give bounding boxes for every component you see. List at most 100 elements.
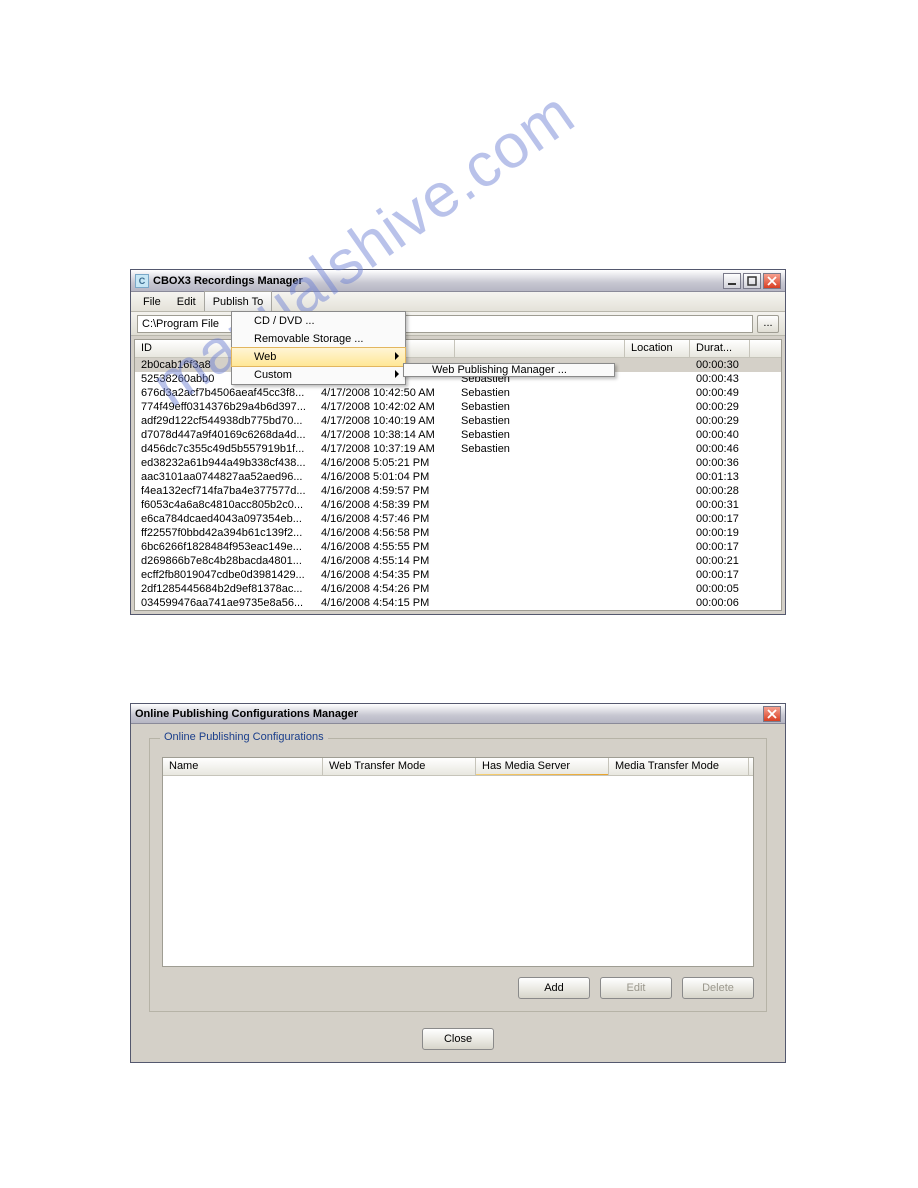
table-row[interactable]: f6053c4a6a8c4810acc805b2c0...4/16/2008 4… — [135, 498, 781, 512]
recordings-manager-window: C CBOX3 Recordings Manager File Edit Pub… — [130, 269, 786, 615]
table-row[interactable]: e6ca784dcaed4043a097354eb...4/16/2008 4:… — [135, 512, 781, 526]
table-row[interactable]: ecff2fb8019047cdbe0d3981429...4/16/2008 … — [135, 568, 781, 582]
cell-duration: 00:00:17 — [690, 540, 750, 554]
table-row[interactable]: adf29d122cf544938db775bd70...4/17/2008 1… — [135, 414, 781, 428]
cell-duration: 00:00:29 — [690, 400, 750, 414]
cell-date: 4/16/2008 4:55:55 PM — [315, 540, 455, 554]
cell-location — [625, 554, 690, 568]
cell-location — [625, 512, 690, 526]
cell-date: 4/17/2008 10:40:19 AM — [315, 414, 455, 428]
column-header-duration[interactable]: Durat... — [690, 340, 750, 357]
cell-author: Sebastien — [455, 400, 625, 414]
cell-duration: 00:00:28 — [690, 484, 750, 498]
menubar: File Edit Publish To — [131, 292, 785, 312]
column-header-web-transfer-mode[interactable]: Web Transfer Mode — [323, 758, 476, 775]
cell-date: 4/17/2008 10:42:02 AM — [315, 400, 455, 414]
cell-duration: 00:00:31 — [690, 498, 750, 512]
cell-id: 2df1285445684b2d9ef81378ac... — [135, 582, 315, 596]
button-row: Add Edit Delete — [162, 977, 754, 999]
cell-location — [625, 484, 690, 498]
column-header-author[interactable] — [455, 340, 625, 357]
menu-item-web-label: Web — [254, 351, 276, 363]
cell-id: ff22557f0bbd42a394b61c139f2... — [135, 526, 315, 540]
group-legend: Online Publishing Configurations — [160, 731, 328, 743]
cell-location — [625, 526, 690, 540]
table-row[interactable]: 2df1285445684b2d9ef81378ac...4/16/2008 4… — [135, 582, 781, 596]
table-row[interactable]: 034599476aa741ae9735e8a56...4/16/2008 4:… — [135, 596, 781, 610]
maximize-button[interactable] — [743, 273, 761, 289]
cell-id: 676d3a2acf7b4506aeaf45cc3f8... — [135, 386, 315, 400]
cell-location — [625, 414, 690, 428]
menu-publish-to[interactable]: Publish To — [204, 291, 273, 311]
cell-duration: 00:00:30 — [690, 358, 750, 372]
cell-id: e6ca784dcaed4043a097354eb... — [135, 512, 315, 526]
publish-to-dropdown: CD / DVD ... Removable Storage ... Web C… — [231, 311, 406, 385]
table-row[interactable]: aac3101aa0744827aa52aed96...4/16/2008 5:… — [135, 470, 781, 484]
path-input[interactable]: C:\Program File — [137, 315, 753, 333]
table-body: 2b0cab16f3a800:00:3052538260abb0:41 AMSe… — [135, 358, 781, 610]
table-row[interactable]: ff22557f0bbd42a394b61c139f2...4/16/2008 … — [135, 526, 781, 540]
cell-id: d7078d447a9f40169c6268da4d... — [135, 428, 315, 442]
path-left-text: C:\Program File — [142, 318, 219, 330]
table-row[interactable]: ed38232a61b944a49b338cf438...4/16/2008 5… — [135, 456, 781, 470]
cell-id: 034599476aa741ae9735e8a56... — [135, 596, 315, 610]
menu-file[interactable]: File — [135, 292, 169, 311]
cell-id: adf29d122cf544938db775bd70... — [135, 414, 315, 428]
cell-duration: 00:00:21 — [690, 554, 750, 568]
cell-date: 4/16/2008 5:01:04 PM — [315, 470, 455, 484]
cell-location — [625, 358, 690, 372]
cell-duration: 00:00:43 — [690, 372, 750, 386]
column-header-has-media-server[interactable]: Has Media Server — [476, 758, 609, 775]
browse-button[interactable]: ... — [757, 315, 779, 333]
cell-date: 4/16/2008 4:58:39 PM — [315, 498, 455, 512]
column-header-location[interactable]: Location — [625, 340, 690, 357]
cell-duration: 00:01:13 — [690, 470, 750, 484]
cell-duration: 00:00:29 — [690, 414, 750, 428]
edit-button[interactable]: Edit — [600, 977, 672, 999]
close-button[interactable] — [763, 273, 781, 289]
configurations-list[interactable]: Name Web Transfer Mode Has Media Server … — [162, 757, 754, 967]
table-row[interactable]: d7078d447a9f40169c6268da4d...4/17/2008 1… — [135, 428, 781, 442]
cell-date: 4/16/2008 4:57:46 PM — [315, 512, 455, 526]
cell-location — [625, 456, 690, 470]
menu-edit[interactable]: Edit — [169, 292, 204, 311]
cell-duration: 00:00:17 — [690, 512, 750, 526]
table-row[interactable]: f4ea132ecf714fa7ba4e377577d...4/16/2008 … — [135, 484, 781, 498]
cell-date: 4/17/2008 10:42:50 AM — [315, 386, 455, 400]
cell-id: f4ea132ecf714fa7ba4e377577d... — [135, 484, 315, 498]
cell-date: 4/16/2008 4:59:57 PM — [315, 484, 455, 498]
table-row[interactable]: 774f49eff0314376b29a4b6d397...4/17/2008 … — [135, 400, 781, 414]
path-toolbar: C:\Program File ... — [131, 312, 785, 336]
cell-duration: 00:00:36 — [690, 456, 750, 470]
cell-location — [625, 568, 690, 582]
cell-author — [455, 470, 625, 484]
cell-location — [625, 372, 690, 386]
table-row[interactable]: d456dc7c355c49d5b557919b1f...4/17/2008 1… — [135, 442, 781, 456]
menu-item-removable-storage[interactable]: Removable Storage ... — [232, 330, 405, 348]
table-row[interactable]: 6bc6266f1828484f953eac149e...4/16/2008 4… — [135, 540, 781, 554]
add-button[interactable]: Add — [518, 977, 590, 999]
menu-item-web[interactable]: Web — [231, 347, 406, 367]
cell-location — [625, 400, 690, 414]
column-header-name[interactable]: Name — [163, 758, 323, 775]
close-button[interactable] — [763, 706, 781, 722]
cell-id: ecff2fb8019047cdbe0d3981429... — [135, 568, 315, 582]
menu-item-web-publishing-manager[interactable]: Web Publishing Manager ... — [404, 364, 614, 376]
menu-item-cd-dvd[interactable]: CD / DVD ... — [232, 312, 405, 330]
web-submenu: Web Publishing Manager ... — [403, 363, 615, 377]
cell-location — [625, 470, 690, 484]
cell-location — [625, 498, 690, 512]
cell-author: Sebastien — [455, 414, 625, 428]
app-icon: C — [135, 274, 149, 288]
cell-duration: 00:00:05 — [690, 582, 750, 596]
titlebar: Online Publishing Configurations Manager — [131, 704, 785, 724]
window-title: CBOX3 Recordings Manager — [153, 275, 721, 287]
cell-id: ed38232a61b944a49b338cf438... — [135, 456, 315, 470]
table-row[interactable]: d269866b7e8c4b28bacda4801...4/16/2008 4:… — [135, 554, 781, 568]
table-row[interactable]: 676d3a2acf7b4506aeaf45cc3f8...4/17/2008 … — [135, 386, 781, 400]
menu-item-custom[interactable]: Custom — [232, 366, 405, 384]
close-button[interactable]: Close — [422, 1028, 494, 1050]
minimize-button[interactable] — [723, 273, 741, 289]
column-header-media-transfer-mode[interactable]: Media Transfer Mode — [609, 758, 749, 775]
delete-button[interactable]: Delete — [682, 977, 754, 999]
